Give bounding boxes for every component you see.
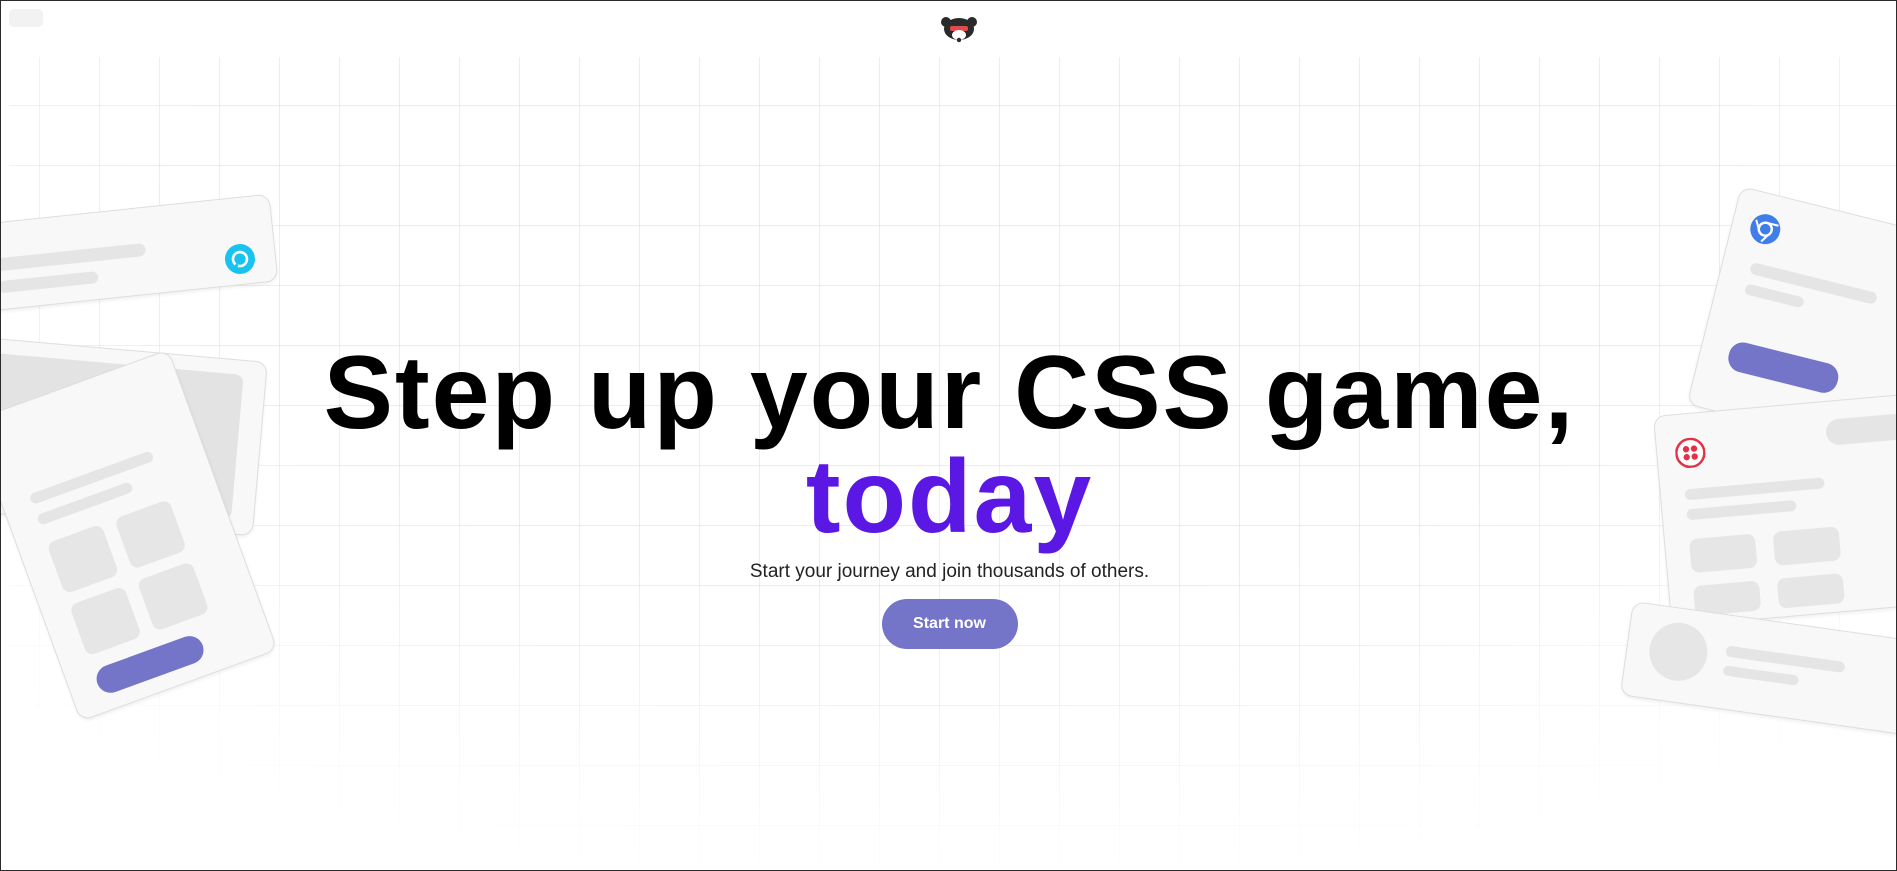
hero-section: Step up your CSS game, today Start your …: [1, 341, 1896, 649]
placeholder-line: [1722, 665, 1800, 686]
menu-placeholder: [9, 9, 43, 27]
headline-text: Step up your CSS game,: [323, 335, 1576, 451]
start-now-button[interactable]: Start now: [881, 599, 1018, 649]
page: Step up your CSS game, today Start your …: [0, 0, 1897, 871]
top-bar: [1, 1, 1896, 57]
alexa-ring-icon: [224, 244, 255, 275]
hero-subtitle: Start your journey and join thousands of…: [749, 561, 1150, 582]
placeholder-line: [1743, 283, 1805, 309]
placeholder-line: [1, 270, 99, 294]
bear-logo-icon[interactable]: [940, 15, 978, 45]
placeholder-line: [1, 242, 147, 272]
hero-headline: Step up your CSS game, today: [1, 341, 1896, 555]
headline-accent-text: today: [805, 439, 1094, 555]
chrome-icon: [1750, 214, 1781, 245]
